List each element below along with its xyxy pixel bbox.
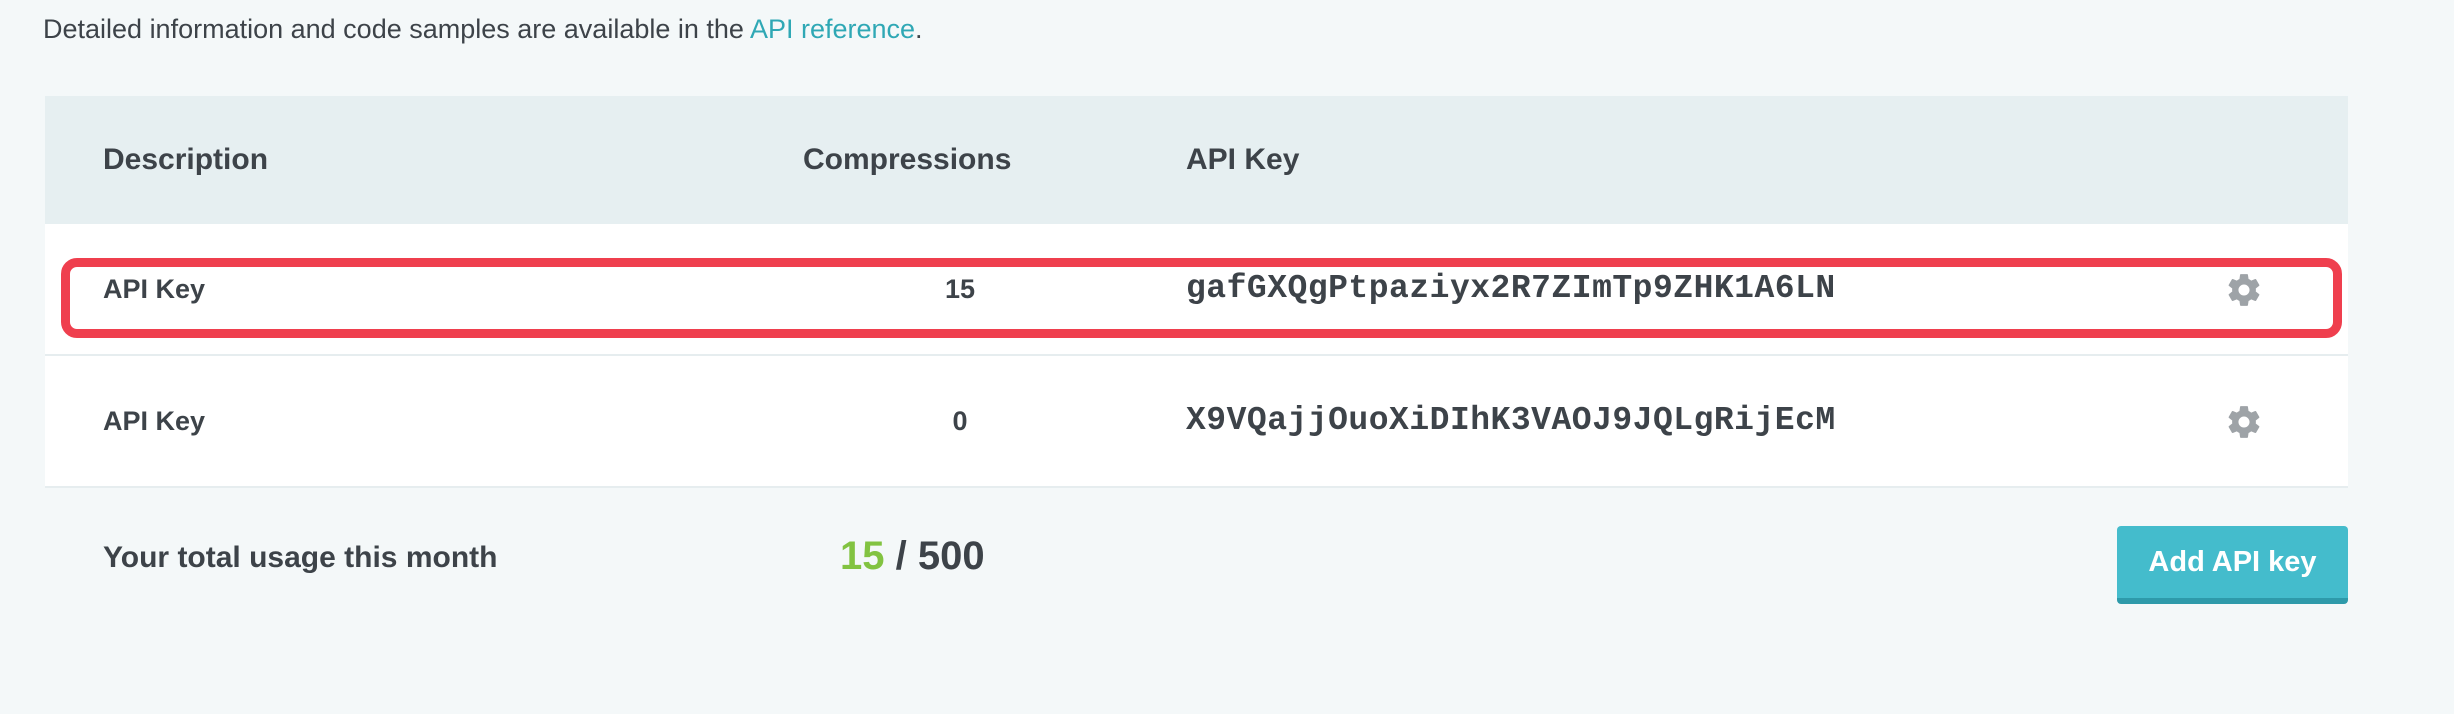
usage-limit: 500 xyxy=(917,534,985,578)
gear-icon[interactable] xyxy=(2225,403,2263,441)
intro-text: Detailed information and code samples ar… xyxy=(43,12,923,46)
row-description: API Key xyxy=(103,274,206,304)
intro-text-before: Detailed information and code samples ar… xyxy=(43,14,750,44)
gear-icon[interactable] xyxy=(2225,271,2263,309)
usage-label: Your total usage this month xyxy=(103,541,498,574)
header-description: Description xyxy=(103,143,269,176)
header-api-key: API Key xyxy=(1186,143,1300,176)
table-row: API Key 15 gafGXQgPtpaziyx2R7ZImTp9ZHK1A… xyxy=(45,224,2348,356)
row-compressions: 15 xyxy=(944,274,976,304)
row-api-key[interactable]: X9VQajjOuoXiDIhK3VAOJ9JQLgRijEcM xyxy=(1186,356,1836,486)
add-api-key-button[interactable]: Add API key xyxy=(2117,526,2348,604)
api-reference-link[interactable]: API reference xyxy=(750,14,915,44)
row-description: API Key xyxy=(103,406,206,436)
api-keys-table: Description Compressions API Key API Key… xyxy=(45,96,2348,628)
row-compressions: 0 xyxy=(952,406,968,436)
usage-used: 15 xyxy=(840,534,885,578)
table-row: API Key 0 X9VQajjOuoXiDIhK3VAOJ9JQLgRijE… xyxy=(45,356,2348,488)
header-compressions: Compressions xyxy=(803,143,1012,176)
usage-separator: / xyxy=(884,534,918,578)
usage-footer: Your total usage this month 15 / 500 Add… xyxy=(45,488,2348,628)
intro-text-after: . xyxy=(915,14,923,44)
table-header: Description Compressions API Key xyxy=(45,96,2348,224)
row-api-key[interactable]: gafGXQgPtpaziyx2R7ZImTp9ZHK1A6LN xyxy=(1186,224,1836,354)
usage-counter: 15 / 500 xyxy=(840,488,985,624)
